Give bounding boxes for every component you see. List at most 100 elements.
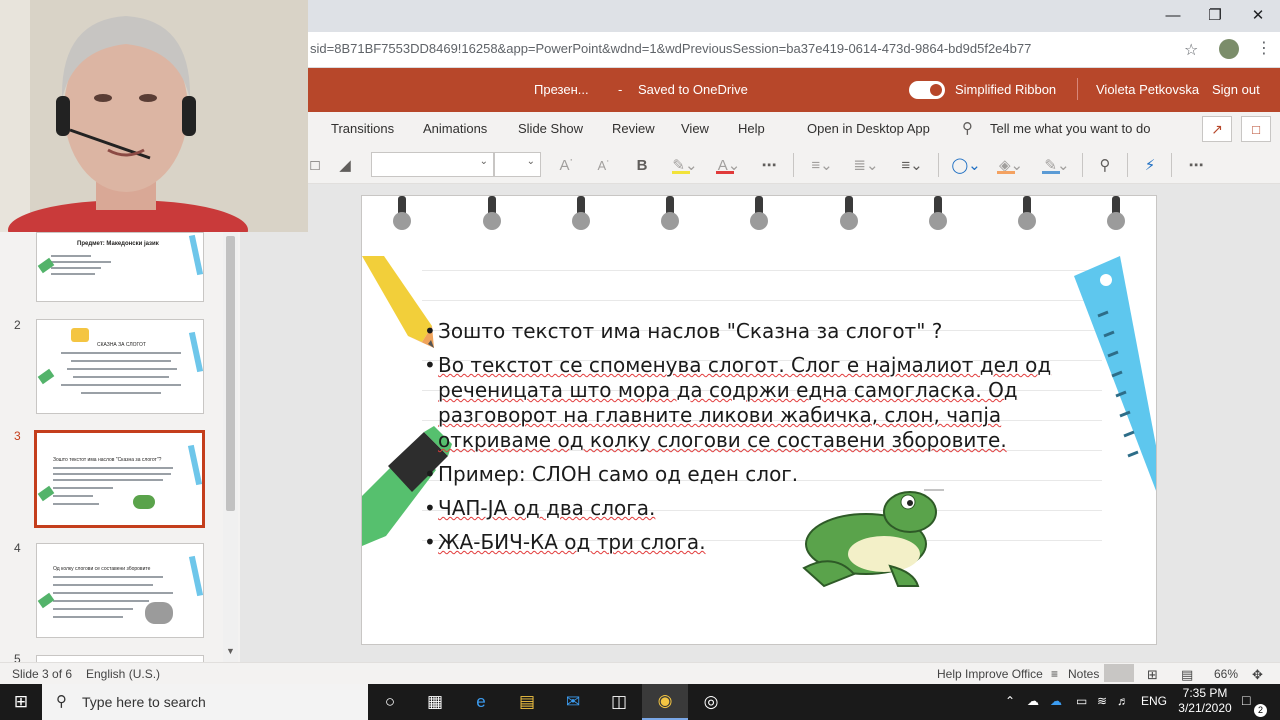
more-options-icon[interactable]: ⋯ xyxy=(1183,154,1209,176)
thumbnail-number: 4 xyxy=(14,541,21,555)
mail-icon[interactable]: ✉ xyxy=(550,684,596,720)
highlighter-icon xyxy=(37,592,55,609)
notebook-ring xyxy=(393,196,411,234)
windows-start-icon[interactable]: ⊞ xyxy=(0,684,42,720)
sign-out-link[interactable]: Sign out xyxy=(1212,82,1260,97)
toolbar-divider xyxy=(938,153,939,177)
tab-help[interactable]: Help xyxy=(738,121,765,136)
url-text[interactable]: sid=8B71BF7553DD8469!16258&app=PowerPoin… xyxy=(310,41,1031,56)
user-name[interactable]: Violeta Petkovska xyxy=(1096,82,1199,97)
slide-sorter-icon[interactable]: ⊞ xyxy=(1147,667,1158,683)
font-dropdown[interactable]: ⌄ xyxy=(371,152,494,177)
edge-icon[interactable]: e xyxy=(458,684,504,720)
onedrive-icon[interactable]: ☁ xyxy=(1027,694,1039,708)
thumbnail-text-line xyxy=(53,584,153,586)
minimize-icon[interactable]: — xyxy=(1151,0,1195,30)
thumbnail-text-line xyxy=(51,273,95,275)
profile-avatar[interactable] xyxy=(1219,39,1239,59)
restore-icon[interactable]: ❐ xyxy=(1193,0,1237,30)
fit-to-window-icon[interactable]: ✥ xyxy=(1252,667,1263,683)
more-icon[interactable]: ⋯ xyxy=(757,154,781,176)
scroll-down-icon[interactable]: ▼ xyxy=(224,646,237,660)
toolbar-divider xyxy=(1127,153,1128,177)
thumbnail-title: Од колку слогови се составени зборовите xyxy=(53,566,151,572)
save-status[interactable]: Saved to OneDrive xyxy=(638,82,748,97)
notification-icon[interactable]: □ xyxy=(1242,692,1250,708)
notes-button[interactable]: Notes xyxy=(1068,667,1099,681)
thumbnail-text-line xyxy=(73,376,169,378)
frog-illustration xyxy=(802,489,944,588)
ruler-icon xyxy=(187,444,202,486)
tab-transitions[interactable]: Transitions xyxy=(331,121,394,136)
slide-bullet-1[interactable]: • Зошто текстот има наслов "Сказна за сл… xyxy=(424,319,1018,344)
tab-review[interactable]: Review xyxy=(612,121,655,136)
notebook-ring xyxy=(661,196,679,234)
document-title[interactable]: Презен... xyxy=(534,82,589,97)
wifi-icon[interactable]: ≋ xyxy=(1097,694,1107,708)
reading-view-icon[interactable]: ▤ xyxy=(1181,667,1193,683)
browser-menu-icon[interactable]: ⋮ xyxy=(1256,38,1272,58)
chrome-icon[interactable]: ◉ xyxy=(642,684,688,720)
slide-bullet-2[interactable]: • Во текстот се споменува слогот. Слог е … xyxy=(424,353,1108,453)
designer-icon[interactable]: ⚡ xyxy=(1139,154,1161,176)
comment-icon[interactable]: □ xyxy=(1241,116,1271,142)
store-icon[interactable]: ◫ xyxy=(596,684,642,720)
close-icon[interactable]: ✕ xyxy=(1236,0,1280,30)
webcam-overlay xyxy=(0,0,308,232)
shapes-icon[interactable]: ◯⌄ xyxy=(948,154,984,176)
tab-slide-show[interactable]: Slide Show xyxy=(518,121,583,136)
tell-me-search[interactable]: Tell me what you want to do xyxy=(990,121,1150,136)
clock[interactable]: 7:35 PM 3/21/2020 xyxy=(1176,686,1234,716)
onedrive-business-icon[interactable]: ☁ xyxy=(1050,694,1062,708)
obs-icon[interactable]: ◎ xyxy=(688,684,734,720)
slide-thumbnail-4[interactable]: Од колку слогови се составени зборовите xyxy=(36,543,204,638)
tab-view[interactable]: View xyxy=(681,121,709,136)
battery-icon[interactable]: ▭ xyxy=(1076,694,1087,708)
taskbar-search-placeholder[interactable]: Type here to search xyxy=(82,694,206,710)
shape-icon[interactable]: ◢ xyxy=(334,154,356,176)
thumbnail-number: 2 xyxy=(14,318,21,332)
slide-thumbnail-3[interactable]: Зошто текстот има наслов "Сказна за слог… xyxy=(34,430,205,528)
share-icon[interactable]: ↗ xyxy=(1202,116,1232,142)
tray-chevron-icon[interactable]: ⌃ xyxy=(1005,694,1015,708)
slide-canvas[interactable]: • Зошто текстот има наслов "Сказна за сл… xyxy=(361,195,1157,645)
notebook-ring xyxy=(750,196,768,234)
thumbnail-text-line xyxy=(61,352,181,354)
frog-thumbnail xyxy=(133,495,155,509)
lightbulb-icon: ⚲ xyxy=(962,120,973,137)
volume-icon[interactable]: ♬ xyxy=(1117,694,1129,708)
normal-view-icon[interactable] xyxy=(1104,664,1134,682)
thumbnail-text-line xyxy=(53,576,163,578)
align-icon[interactable]: ≡⌄ xyxy=(895,154,929,176)
scrollbar-thumb[interactable] xyxy=(226,236,235,511)
thumbnail-text-line xyxy=(53,467,173,469)
font-size-dropdown[interactable]: ⌄ xyxy=(494,152,541,177)
bullets-icon[interactable]: ≡⌄ xyxy=(805,154,839,176)
thumbnail-title: Зошто текстот има наслов "Сказна за слог… xyxy=(53,457,162,463)
layout-icon[interactable]: □ xyxy=(308,154,322,176)
file-explorer-icon[interactable]: ▤ xyxy=(504,684,550,720)
increase-font-icon[interactable]: A˙ xyxy=(556,154,578,176)
font-color-bar xyxy=(716,171,734,174)
search-icon: ⚲ xyxy=(56,693,67,710)
notes-icon[interactable]: ≡ xyxy=(1051,667,1058,681)
cortana-icon[interactable]: ○ xyxy=(367,684,413,720)
simplified-ribbon-toggle[interactable] xyxy=(909,81,945,99)
decrease-font-icon[interactable]: A˙ xyxy=(593,154,615,176)
tab-animations[interactable]: Animations xyxy=(423,121,487,136)
slide-thumbnail-2[interactable]: СКАЗНА ЗА СЛОГОТ xyxy=(36,319,204,414)
help-improve-office-link[interactable]: Help Improve Office xyxy=(937,667,1043,681)
find-icon[interactable]: ⚲ xyxy=(1094,154,1116,176)
highlighter-icon xyxy=(37,368,55,385)
bold-icon[interactable]: B xyxy=(632,154,652,176)
thumbnail-text-line xyxy=(53,503,99,505)
language-status[interactable]: English (U.S.) xyxy=(86,667,160,681)
zoom-level[interactable]: 66% xyxy=(1214,667,1238,681)
slide-thumbnail-1[interactable]: Предмет: Македонски јазик xyxy=(36,232,204,302)
task-view-icon[interactable]: ▦ xyxy=(412,684,458,720)
bookmark-star-icon[interactable]: ☆ xyxy=(1184,40,1198,60)
numbering-icon[interactable]: ≣⌄ xyxy=(849,154,883,176)
open-desktop-app-button[interactable]: Open in Desktop App xyxy=(807,121,930,136)
slide-thumbnail-5[interactable] xyxy=(36,655,204,662)
input-language[interactable]: ENG xyxy=(1141,694,1167,708)
